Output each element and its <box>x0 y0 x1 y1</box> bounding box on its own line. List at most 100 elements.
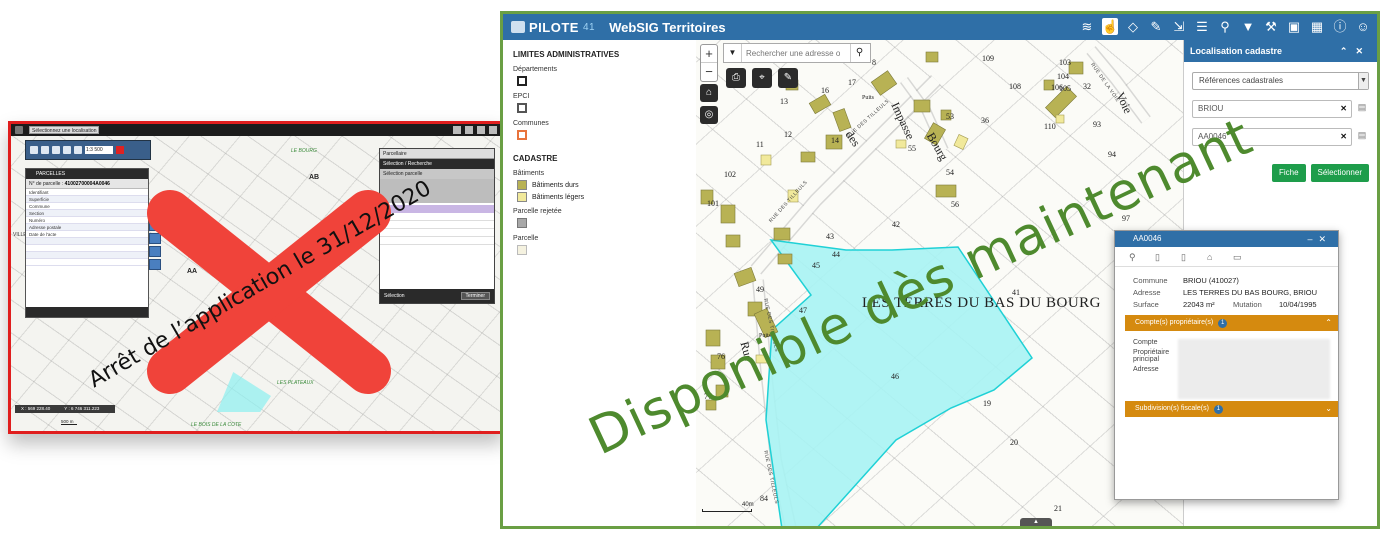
home-button[interactable]: ⌂ <box>700 84 718 102</box>
old-parcel-row: Section <box>26 210 148 217</box>
list-icon[interactable]: ▤ <box>1355 102 1369 116</box>
select-button[interactable]: Sélectionner <box>1310 164 1369 182</box>
parcel-number: 8 <box>872 58 876 67</box>
old-finish-button[interactable]: Terminer <box>460 292 490 300</box>
parcel-number: 42 <box>892 220 900 229</box>
localisation-panel-title: Localisation cadastre <box>1190 46 1283 56</box>
parcel-number: 43 <box>826 232 834 241</box>
pdf-icon[interactable]: ▯ <box>1155 252 1165 262</box>
legend-batiments-durs-swatch <box>517 180 527 190</box>
parcel-popup-header: AA0046 –✕ <box>1115 231 1338 247</box>
old-layer-select[interactable]: Parcellaire <box>380 149 494 159</box>
parcel-number: 12 <box>784 130 792 139</box>
old-location-select[interactable]: Sélectionnez une localisation <box>29 126 99 134</box>
popup-toolbar: ⚲ ▯ ▯ ⌂ ▭ <box>1115 247 1338 267</box>
surface-label: Surface <box>1133 300 1159 309</box>
legend-admin-title: LIMITES ADMINISTRATIVES <box>513 50 620 59</box>
old-tool-icon[interactable] <box>453 126 461 134</box>
old-zoom-out-icon[interactable] <box>52 146 60 154</box>
old-zoom-in-icon[interactable] <box>41 146 49 154</box>
subdivision-accordion[interactable]: Subdivision(s) fiscale(s) 1 ⌄ <box>1125 401 1338 417</box>
fiche-button[interactable]: Fiche <box>1271 164 1306 182</box>
old-refresh-icon[interactable] <box>74 146 82 154</box>
search-mode-dropdown[interactable]: ▼ <box>724 44 742 62</box>
home-icon[interactable]: ⌂ <box>1207 252 1217 262</box>
old-parcel-id-value: 41002700004A0046 <box>64 181 110 187</box>
parcel-number: 103 <box>1059 58 1071 67</box>
id-card-icon[interactable]: ▭ <box>1233 252 1243 262</box>
old-tool-icon[interactable] <box>465 126 473 134</box>
old-close-icon[interactable] <box>116 146 124 154</box>
old-parcel-row: Superficie <box>26 196 148 203</box>
zoom-in-button[interactable]: + <box>701 45 717 63</box>
parcel-number: 84 <box>760 494 768 503</box>
old-parcel-row: Date de l'acte <box>26 231 148 238</box>
old-scale-select[interactable]: 1:3 500 <box>85 146 113 154</box>
old-nav-icon[interactable] <box>30 146 38 154</box>
old-tool-icon[interactable] <box>477 126 485 134</box>
excel-icon[interactable]: ▯ <box>1181 252 1191 262</box>
search-input[interactable] <box>742 48 850 58</box>
info-icon[interactable]: ⓘ <box>1332 18 1348 35</box>
list-icon[interactable]: ▤ <box>1355 130 1369 144</box>
address-label: Adresse <box>1133 288 1161 297</box>
parcel-number: 20 <box>1010 438 1018 447</box>
print-button[interactable]: ⎙ <box>726 68 746 88</box>
gavel-icon[interactable]: ⚒ <box>1263 18 1279 35</box>
old-parcel-id-label: N° de parcelle <box>29 181 61 187</box>
parcel-number: 104 <box>1057 72 1069 81</box>
commune-value: BRIOU <box>1198 104 1224 113</box>
reference-type-select[interactable]: Références cadastrales ▼ <box>1192 72 1369 90</box>
old-side-tool-icon[interactable] <box>149 259 161 270</box>
logo-text: PILOTE <box>529 19 579 35</box>
old-map-label: LE BOIS DE LA COTE <box>191 422 242 428</box>
user-icon[interactable]: ☺ <box>1355 18 1371 35</box>
address-search: ▼ ⚲ <box>723 43 871 63</box>
old-parcel-row: Numéro <box>26 217 148 224</box>
old-selection-footer: Sélection Terminer <box>380 289 494 303</box>
legend-departements-label: Départements <box>513 66 557 73</box>
hand-pointer-icon[interactable]: ☝ <box>1102 18 1118 35</box>
map-marker-button[interactable]: ⌖ <box>752 68 772 88</box>
search-icon[interactable]: ⚲ <box>850 44 868 62</box>
clipboard-icon[interactable]: ▣ <box>1286 18 1302 35</box>
commune-row: Commune BRIOU (410027) <box>1115 273 1338 285</box>
measure-icon[interactable]: ⇲ <box>1171 18 1187 35</box>
zoom-out-button[interactable]: − <box>701 63 717 81</box>
tag-icon[interactable]: ◇ <box>1125 18 1141 35</box>
old-map-label: AB <box>309 174 320 181</box>
close-icon[interactable]: ✕ <box>1355 46 1371 56</box>
old-side-tool-icon[interactable] <box>149 220 161 231</box>
layers-icon[interactable]: ≋ <box>1079 18 1095 35</box>
old-zoom-box-icon[interactable] <box>63 146 71 154</box>
owners-accordion[interactable]: Compte(s) propriétaire(s) 1 ⌃ <box>1125 315 1338 331</box>
old-side-tool-icon[interactable] <box>149 246 161 257</box>
old-menu-icon[interactable] <box>15 126 23 134</box>
parcel-number: 45 <box>812 261 820 270</box>
pencil-ruler-icon[interactable]: ✎ <box>1148 18 1164 35</box>
close-icon[interactable]: ✕ <box>1318 234 1332 244</box>
parcel-number: 16 <box>821 86 829 95</box>
chevron-down-icon: ⌄ <box>1325 404 1332 413</box>
clear-icon[interactable]: ✕ <box>1340 129 1347 145</box>
clear-icon[interactable]: ✕ <box>1340 101 1347 117</box>
person-search-icon[interactable]: ⚲ <box>1217 18 1233 35</box>
minimize-icon[interactable]: – <box>1307 234 1318 244</box>
parcel-number: 17 <box>848 78 856 87</box>
logo-number: 41 <box>582 21 596 33</box>
zoom-to-icon[interactable]: ⚲ <box>1129 252 1139 262</box>
legend-parcelle-rejetee-label: Parcelle rejetée <box>513 208 562 215</box>
draw-button[interactable]: ✎ <box>778 68 798 88</box>
parcel-number: 36 <box>981 116 989 125</box>
popup-controls: –✕ <box>1307 231 1332 247</box>
surface-row: Surface 22043 m² Mutation 10/04/1995 <box>1115 297 1338 309</box>
grid-icon[interactable]: ▦ <box>1309 18 1325 35</box>
locate-button[interactable]: ◎ <box>700 106 718 124</box>
collapse-icon[interactable]: ⌃ <box>1340 46 1356 56</box>
filter-icon[interactable]: ▼ <box>1240 18 1256 35</box>
old-side-tool-icon[interactable] <box>149 233 161 244</box>
old-tool-icon[interactable] <box>489 126 497 134</box>
expand-panel-tab[interactable]: ▲ <box>1020 518 1052 526</box>
layer-stack-icon[interactable]: ☰ <box>1194 18 1210 35</box>
legend-epci-label: EPCI <box>513 93 530 100</box>
